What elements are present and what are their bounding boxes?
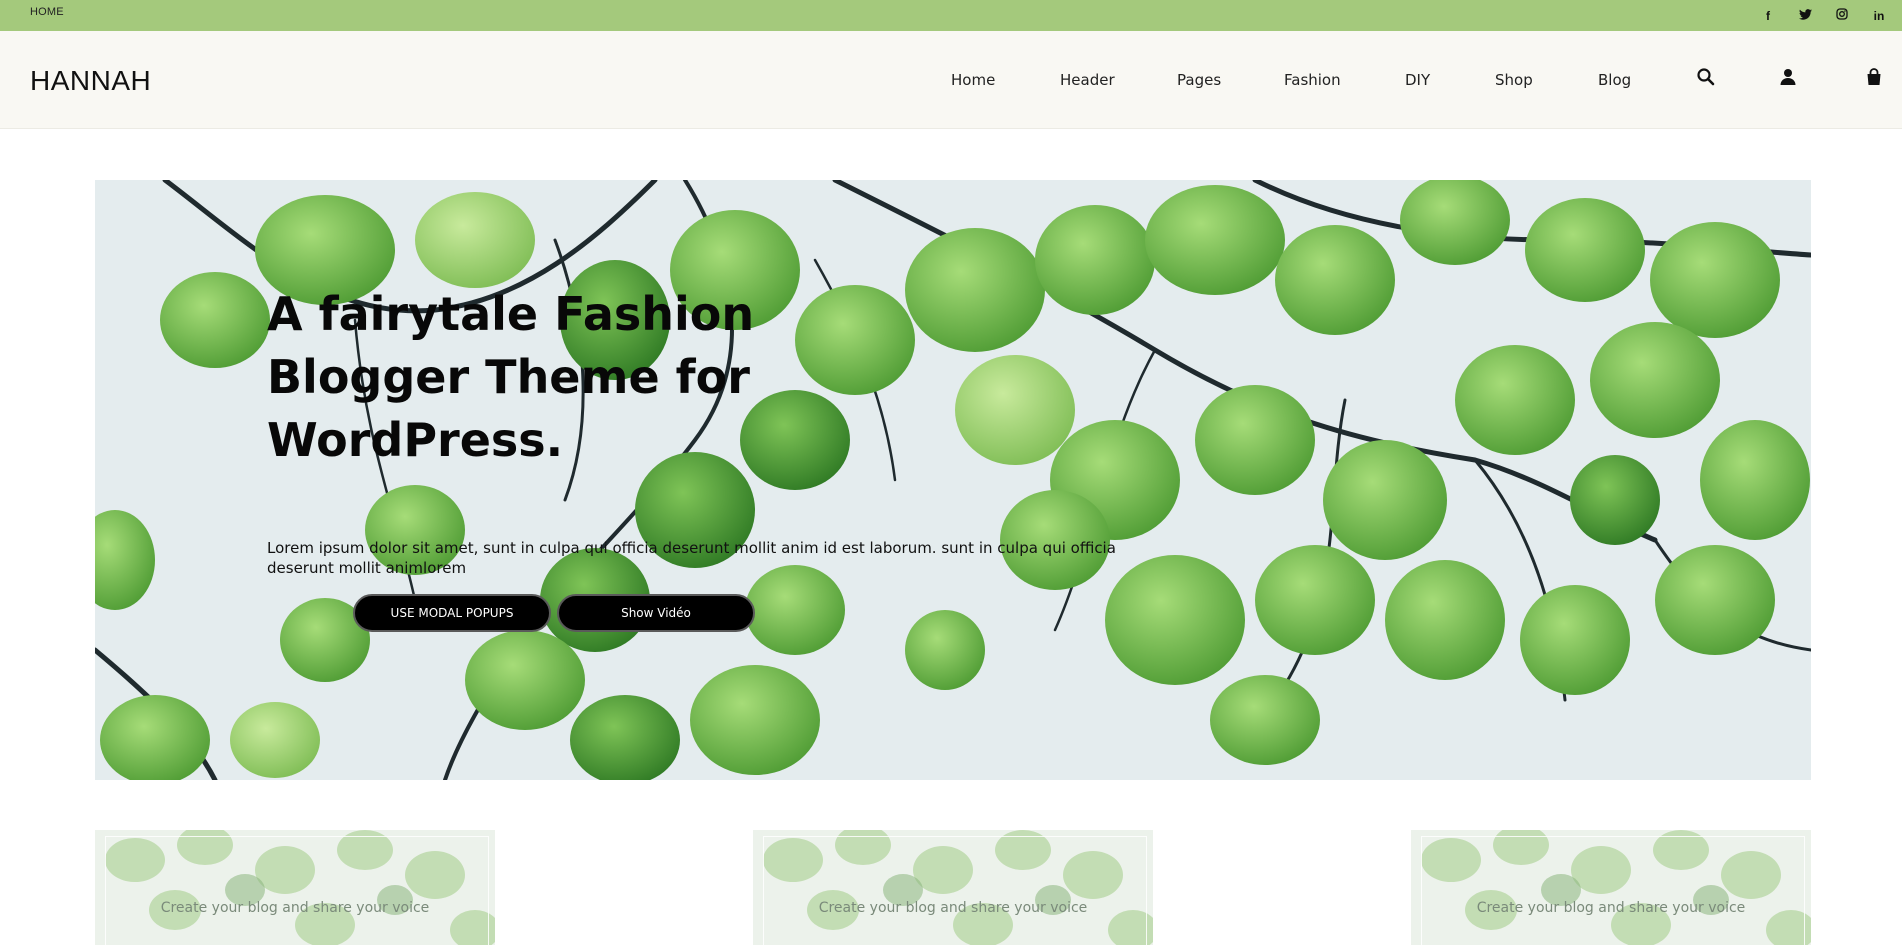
feature-card[interactable]: Create your blog and share your voice xyxy=(95,830,495,945)
nav-header[interactable]: Header xyxy=(1060,71,1115,89)
user-icon[interactable] xyxy=(1778,67,1800,89)
card-text: Create your blog and share your voice xyxy=(818,900,1088,916)
nav-diy[interactable]: DIY xyxy=(1405,71,1430,89)
modal-popups-button[interactable]: USE MODAL POPUPS xyxy=(353,594,551,632)
nav-pages[interactable]: Pages xyxy=(1177,71,1221,89)
feature-card[interactable]: Create your blog and share your voice xyxy=(753,830,1153,945)
linkedin-icon[interactable]: in xyxy=(1870,9,1888,23)
hero-leaves-image xyxy=(95,180,1811,780)
cart-icon[interactable] xyxy=(1864,67,1886,89)
nav-home[interactable]: Home xyxy=(951,71,995,89)
nav-blog[interactable]: Blog xyxy=(1598,71,1631,89)
facebook-icon[interactable]: f xyxy=(1759,9,1777,23)
top-bar: HOME f in xyxy=(0,0,1902,31)
hero-banner: A fairytale Fashion Blogger Theme for Wo… xyxy=(95,180,1811,780)
feature-card[interactable]: Create your blog and share your voice xyxy=(1411,830,1811,945)
hero-title: A fairytale Fashion Blogger Theme for Wo… xyxy=(267,287,755,467)
social-links: f in xyxy=(1759,0,1888,31)
nav-shop[interactable]: Shop xyxy=(1495,71,1533,89)
topbar-home-link[interactable]: HOME xyxy=(30,6,64,18)
card-text: Create your blog and share your voice xyxy=(1476,900,1746,916)
search-icon[interactable] xyxy=(1696,67,1718,89)
show-video-button[interactable]: Show Vidéo xyxy=(557,594,755,632)
instagram-icon[interactable] xyxy=(1833,8,1851,23)
hero-description: Lorem ipsum dolor sit amet, sunt in culp… xyxy=(267,539,1116,577)
nav-fashion[interactable]: Fashion xyxy=(1284,71,1341,89)
card-text: Create your blog and share your voice xyxy=(160,900,430,916)
card-frame xyxy=(1421,836,1805,945)
site-header: HANNAH Home Header Pages Fashion DIY Sho… xyxy=(0,31,1902,129)
card-frame xyxy=(763,836,1147,945)
main-nav: Home Header Pages Fashion DIY Shop Blog xyxy=(0,31,1902,129)
twitter-icon[interactable] xyxy=(1796,8,1814,23)
card-frame xyxy=(105,836,489,945)
